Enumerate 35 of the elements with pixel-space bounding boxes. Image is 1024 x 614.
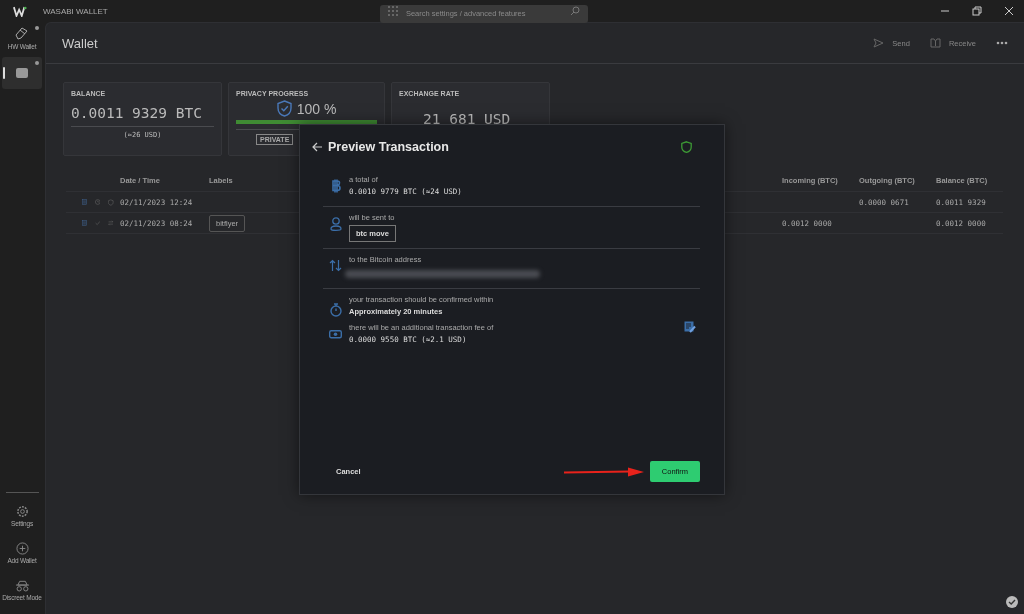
shield-check-icon (276, 100, 292, 117)
shield-icon (681, 141, 692, 153)
add-icon (15, 542, 29, 555)
person-icon (329, 217, 342, 231)
edit-icon[interactable] (684, 321, 696, 333)
settings-icon (15, 505, 29, 518)
check-circle-icon (1006, 596, 1018, 608)
privacy-percent: 100 % (296, 100, 337, 117)
shield-icon (108, 196, 114, 208)
wallet-icon (16, 68, 28, 78)
stopwatch-icon (329, 303, 342, 317)
sidebar-item[interactable] (2, 57, 42, 89)
back-arrow-icon[interactable] (312, 142, 323, 152)
dialog-title: Preview Transaction (328, 140, 449, 154)
status-dot (35, 26, 39, 30)
transfer-icon (108, 218, 114, 228)
glasses-icon (14, 579, 30, 592)
more-icon[interactable] (996, 41, 1008, 45)
hardware-wallet-icon (15, 26, 29, 41)
grid-icon (387, 6, 398, 16)
status-dot (35, 61, 39, 65)
send-icon (873, 38, 885, 48)
exchange-rate: 21 681 USD (422, 111, 512, 127)
clock-icon (94, 197, 101, 207)
bitcoin-icon (330, 179, 341, 193)
cash-icon (329, 329, 342, 339)
restore-icon[interactable] (972, 6, 982, 16)
logo-icon (13, 5, 27, 17)
search-icon (569, 6, 580, 16)
page-title: Wallet (62, 35, 98, 51)
close-icon[interactable] (1004, 6, 1014, 16)
window-title: WASABI WALLET (43, 6, 108, 16)
receive-icon (929, 38, 941, 48)
balance-amount: 0.0011 9329 BTC (71, 105, 203, 121)
transfer-arrows-icon (329, 259, 342, 272)
